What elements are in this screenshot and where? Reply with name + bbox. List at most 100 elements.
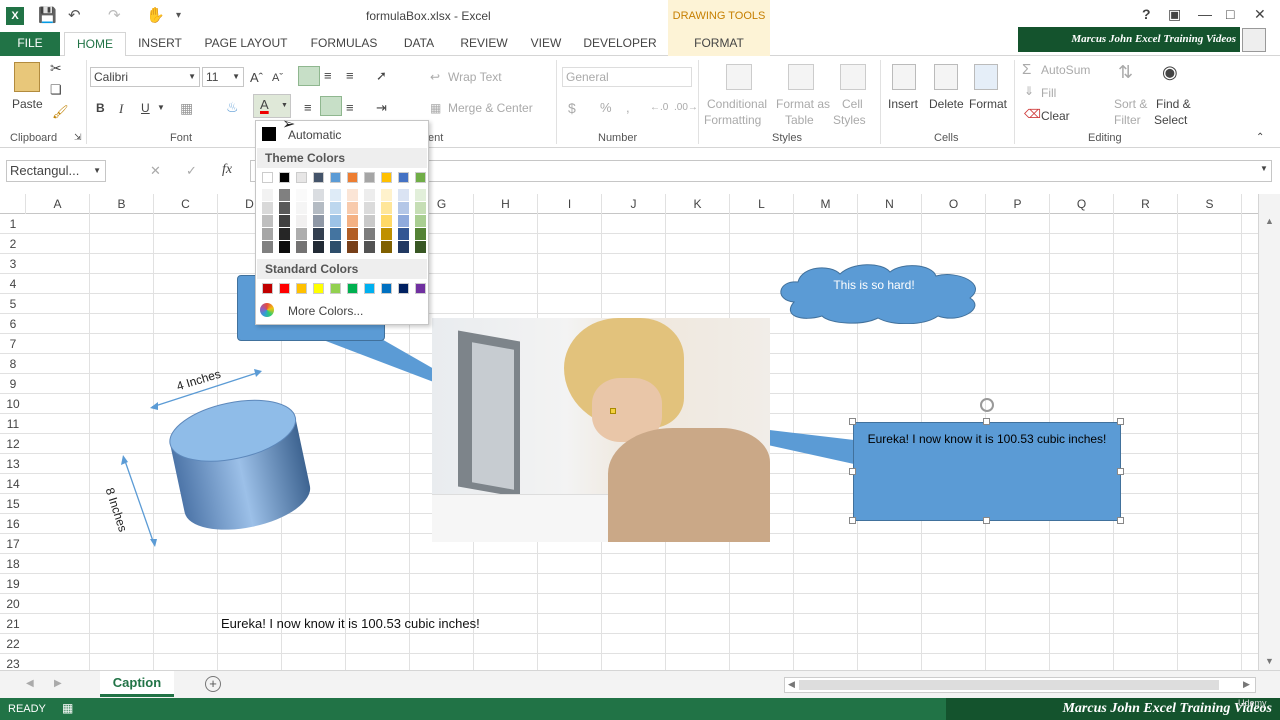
scroll-right-icon[interactable]: ▶: [1243, 679, 1250, 690]
tab-view[interactable]: VIEW: [524, 32, 568, 56]
prev-sheet-icon[interactable]: ◀: [26, 678, 34, 689]
standard-color-swatch[interactable]: [296, 283, 307, 294]
theme-color-shade-swatch[interactable]: [296, 228, 307, 240]
row-header-10[interactable]: 10: [0, 394, 26, 414]
cut-icon[interactable]: ✂: [50, 60, 62, 77]
name-box[interactable]: Rectangul... ▼: [6, 160, 106, 182]
tab-home[interactable]: HOME: [64, 32, 126, 57]
conditional-formatting-label-1[interactable]: Conditional: [707, 97, 767, 111]
theme-color-shade-swatch[interactable]: [381, 189, 392, 201]
orientation-icon[interactable]: ➚: [376, 68, 387, 84]
top-align-button[interactable]: [298, 66, 320, 86]
touch-mode-icon[interactable]: ✋: [146, 6, 165, 24]
theme-color-shade-swatch[interactable]: [381, 202, 392, 214]
row-header-9[interactable]: 9: [0, 374, 26, 394]
row-header-2[interactable]: 2: [0, 234, 26, 254]
theme-color-swatch[interactable]: [296, 172, 307, 183]
tab-file[interactable]: FILE: [0, 32, 60, 56]
sort-filter-label-2[interactable]: Filter: [1114, 113, 1141, 127]
theme-color-shade-swatch[interactable]: [398, 202, 409, 214]
theme-color-shade-swatch[interactable]: [415, 189, 426, 201]
clear-button[interactable]: Clear: [1041, 109, 1070, 123]
column-header-i[interactable]: I: [538, 194, 602, 214]
theme-color-shade-swatch[interactable]: [313, 241, 324, 253]
theme-color-shade-swatch[interactable]: [364, 215, 375, 227]
sort-filter-label-1[interactable]: Sort &: [1114, 97, 1147, 111]
dialog-launcher-icon[interactable]: ⇲: [74, 132, 82, 143]
center-align-button[interactable]: [320, 96, 342, 116]
merge-center-button[interactable]: Merge & Center: [448, 101, 533, 115]
theme-color-swatch[interactable]: [364, 172, 375, 183]
column-header-p[interactable]: P: [986, 194, 1050, 214]
standard-color-swatch[interactable]: [330, 283, 341, 294]
column-header-q[interactable]: Q: [1050, 194, 1114, 214]
tab-data[interactable]: DATA: [394, 32, 444, 56]
delete-button[interactable]: Delete: [929, 97, 964, 111]
row-header-1[interactable]: 1: [0, 214, 26, 234]
theme-color-shade-swatch[interactable]: [415, 241, 426, 253]
align-left-icon[interactable]: ≡: [304, 100, 312, 115]
insert-button[interactable]: Insert: [888, 97, 918, 111]
theme-color-shade-swatch[interactable]: [364, 228, 375, 240]
font-color-dropdown[interactable]: Automatic Theme Colors Standard Colors M…: [255, 120, 429, 325]
row-header-19[interactable]: 19: [0, 574, 26, 594]
theme-color-shade-swatch[interactable]: [381, 228, 392, 240]
theme-color-shade-swatch[interactable]: [330, 241, 341, 253]
cells-area[interactable]: [26, 214, 1258, 670]
format-as-table-label-2[interactable]: Table: [785, 113, 814, 127]
italic-button[interactable]: I: [119, 101, 123, 117]
sheet-tab-caption[interactable]: Caption: [100, 671, 174, 697]
format-painter-icon[interactable]: 🖌: [52, 104, 69, 120]
theme-color-shade-swatch[interactable]: [398, 228, 409, 240]
row-header-16[interactable]: 16: [0, 514, 26, 534]
underline-button[interactable]: U: [141, 101, 150, 115]
theme-color-shade-swatch[interactable]: [347, 215, 358, 227]
find-select-label-2[interactable]: Select: [1154, 113, 1187, 127]
bold-button[interactable]: B: [96, 101, 105, 115]
theme-color-shade-swatch[interactable]: [262, 189, 273, 201]
tab-page-layout[interactable]: PAGE LAYOUT: [200, 32, 292, 56]
enter-icon[interactable]: ✓: [186, 163, 197, 179]
cell-styles-label-2[interactable]: Styles: [833, 113, 866, 127]
help-icon[interactable]: ?: [1142, 6, 1151, 22]
bottom-align-icon[interactable]: ≡: [346, 68, 354, 83]
copy-icon[interactable]: ❏: [50, 82, 62, 98]
tab-review[interactable]: REVIEW: [456, 32, 512, 56]
column-header-j[interactable]: J: [602, 194, 666, 214]
macro-record-icon[interactable]: ▦: [62, 701, 73, 715]
font-size-box[interactable]: 11 ▼: [202, 67, 244, 87]
theme-color-shade-swatch[interactable]: [296, 241, 307, 253]
theme-color-shade-swatch[interactable]: [313, 189, 324, 201]
theme-color-swatch[interactable]: [347, 172, 358, 183]
theme-color-shade-swatch[interactable]: [330, 189, 341, 201]
redo-icon[interactable]: ↷: [108, 6, 121, 24]
chevron-down-icon[interactable]: ▼: [157, 103, 165, 112]
row-header-21[interactable]: 21: [0, 614, 26, 634]
maximize-icon[interactable]: □: [1226, 6, 1234, 22]
theme-color-shade-swatch[interactable]: [415, 228, 426, 240]
shrink-font-icon[interactable]: Aˇ: [272, 72, 283, 84]
standard-color-swatch[interactable]: [347, 283, 358, 294]
horizontal-scrollbar[interactable]: ◀ ▶: [784, 677, 1256, 693]
font-name-box[interactable]: Calibri ▼: [90, 67, 200, 87]
user-avatar[interactable]: [1242, 28, 1266, 52]
column-header-m[interactable]: M: [794, 194, 858, 214]
theme-color-shade-swatch[interactable]: [279, 215, 290, 227]
theme-color-shade-swatch[interactable]: [347, 202, 358, 214]
theme-color-shade-swatch[interactable]: [262, 241, 273, 253]
row-header-23[interactable]: 23: [0, 654, 26, 670]
row-header-3[interactable]: 3: [0, 254, 26, 274]
collapse-ribbon-icon[interactable]: ⌃: [1256, 132, 1264, 143]
row-header-7[interactable]: 7: [0, 334, 26, 354]
scroll-left-icon[interactable]: ◀: [788, 679, 795, 690]
standard-color-swatch[interactable]: [279, 283, 290, 294]
theme-color-shade-swatch[interactable]: [398, 241, 409, 253]
row-header-22[interactable]: 22: [0, 634, 26, 654]
column-header-l[interactable]: L: [730, 194, 794, 214]
tab-formulas[interactable]: FORMULAS: [306, 32, 382, 56]
standard-color-swatch[interactable]: [415, 283, 426, 294]
currency-button[interactable]: $: [568, 100, 576, 116]
indent-icon[interactable]: ⇥: [376, 100, 387, 116]
column-header-r[interactable]: R: [1114, 194, 1178, 214]
theme-color-shade-swatch[interactable]: [415, 215, 426, 227]
